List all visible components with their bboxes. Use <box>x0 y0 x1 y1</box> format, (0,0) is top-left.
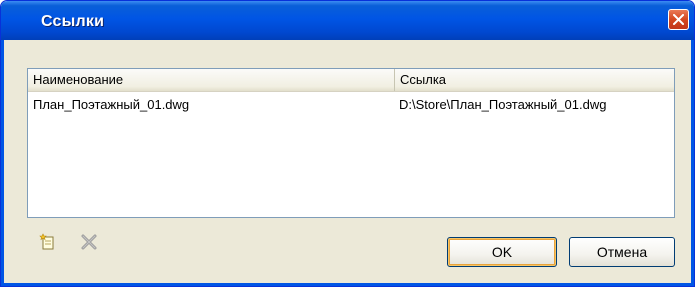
window-border-left <box>1 40 4 286</box>
delete-icon[interactable] <box>79 232 99 252</box>
item-name: План_Поэтажный_01.dwg <box>33 97 190 112</box>
item-link: D:\Store\План_Поэтажный_01.dwg <box>399 97 607 112</box>
dialog-title: Ссылки <box>41 13 105 30</box>
list-item[interactable]: План_Поэтажный_01.dwg D:\Store\План_Поэт… <box>28 95 674 115</box>
close-button[interactable] <box>668 9 689 30</box>
links-list[interactable]: Наименование Ссылка План_Поэтажный_01.dw… <box>27 68 675 218</box>
window-border-bottom <box>1 283 694 286</box>
close-x-icon <box>673 14 684 25</box>
list-header: Наименование Ссылка <box>28 69 674 92</box>
new-link-icon[interactable] <box>39 232 59 252</box>
column-header-link[interactable]: Ссылка <box>394 69 674 91</box>
title-bar[interactable]: Ссылки <box>1 1 694 40</box>
links-dialog: Ссылки Наименование Ссылка План_Поэтажны… <box>0 0 695 287</box>
window-border-right <box>691 40 694 286</box>
ok-button[interactable]: OK <box>447 237 557 267</box>
column-header-name[interactable]: Наименование <box>28 69 394 91</box>
cancel-button[interactable]: Отмена <box>569 237 675 267</box>
